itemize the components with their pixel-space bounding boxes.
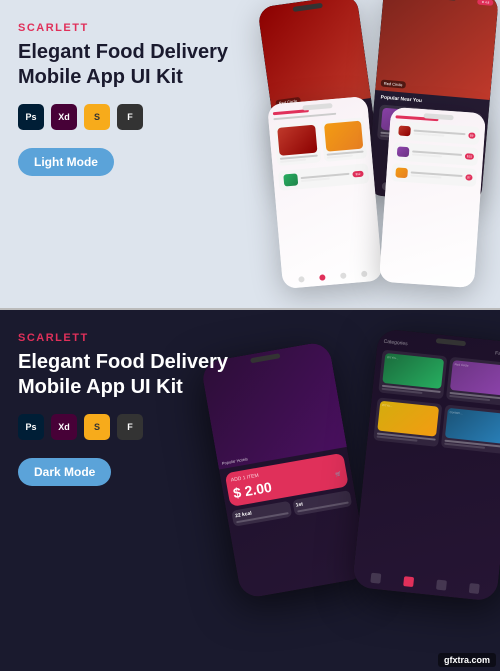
top-phones: Red Circle $8.30 <box>190 0 500 310</box>
phone-mockup-3: $12 <box>267 96 383 289</box>
gfxtra-watermark: gfxtra.com <box>438 653 496 667</box>
dark-mode-button[interactable]: Dark Mode <box>18 458 111 486</box>
bottom-xd-icon: Xd <box>51 414 77 440</box>
sketch-icon: S <box>84 104 110 130</box>
bottom-sketch-icon: S <box>84 414 110 440</box>
bottom-ps-icon: Ps <box>18 414 44 440</box>
bottom-tool-icons: Ps Xd S F <box>18 414 228 440</box>
top-title-line2: Mobile App UI Kit <box>18 66 183 88</box>
phone-mockup-6: Categories Favourite Wt Yrs... <box>352 328 500 602</box>
phone-mockup-4: $9 $15 $7 <box>379 107 486 288</box>
top-content: SCARLETT Elegant Food Delivery Mobile Ap… <box>18 22 228 176</box>
bottom-content: SCARLETT Elegant Food Delivery Mobile Ap… <box>18 332 228 486</box>
top-brand-label: SCARLETT <box>18 22 228 34</box>
ps-icon: Ps <box>18 104 44 130</box>
bottom-figma-icon: F <box>117 414 143 440</box>
figma-icon: F <box>117 104 143 130</box>
bottom-brand-label: SCARLETT <box>18 332 228 344</box>
top-tool-icons: Ps Xd S F <box>18 104 228 130</box>
xd-icon: Xd <box>51 104 77 130</box>
top-section: SCARLETT Elegant Food Delivery Mobile Ap… <box>0 0 500 310</box>
top-title-line1: Elegant Food Delivery <box>18 41 228 63</box>
bottom-title-line1: Elegant Food Delivery <box>18 351 228 373</box>
top-title: Elegant Food Delivery Mobile App UI Kit <box>18 40 228 90</box>
bottom-title: Elegant Food Delivery Mobile App UI Kit <box>18 350 228 400</box>
bottom-section: SCARLETT Elegant Food Delivery Mobile Ap… <box>0 310 500 671</box>
light-mode-button[interactable]: Light Mode <box>18 148 114 176</box>
bottom-title-line2: Mobile App UI Kit <box>18 376 183 398</box>
